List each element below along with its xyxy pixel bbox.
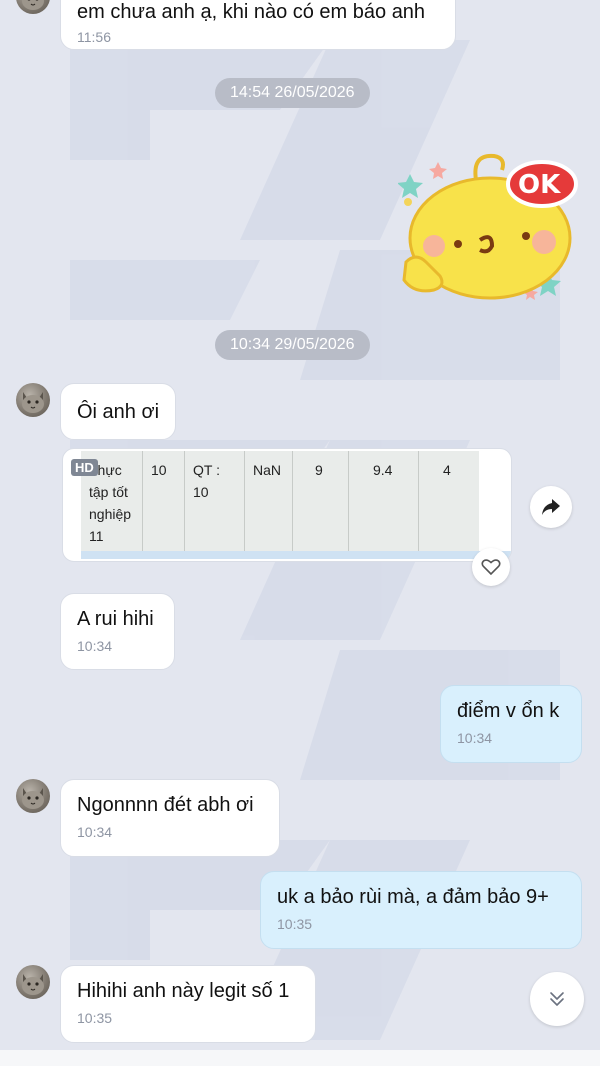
- share-arrow-icon: [542, 499, 560, 515]
- message-bubble[interactable]: A rui hihi 10:34: [60, 593, 175, 670]
- sticker[interactable]: OK: [397, 146, 584, 306]
- table-cell: 9.4: [349, 451, 419, 551]
- date-separator: 10:34 29/05/2026: [215, 330, 370, 360]
- message-bubble[interactable]: Hihihi anh này legit số 1 10:35: [60, 965, 316, 1043]
- heart-icon: [481, 559, 501, 576]
- message-text: Hihihi anh này legit số 1: [77, 980, 290, 1002]
- message-text: uk a bảo rùi mà, a đảm bảo 9+: [277, 886, 549, 908]
- message-text: điểm v ổn k: [457, 700, 560, 722]
- cat-avatar-icon: [22, 788, 44, 809]
- cat-avatar-icon: [22, 392, 44, 413]
- table-cell: QT : 10: [185, 451, 245, 551]
- cat-avatar-icon: [22, 974, 44, 995]
- table-cell: 9: [293, 451, 349, 551]
- message-time: 10:34: [457, 730, 493, 746]
- avatar[interactable]: [16, 383, 50, 417]
- image-edge: [81, 551, 511, 559]
- message-text: Ôi anh ơi: [77, 401, 160, 423]
- message-bubble[interactable]: uk a bảo rùi mà, a đảm bảo 9+ 10:35: [260, 871, 582, 949]
- forward-button[interactable]: [530, 486, 572, 528]
- message-text: A rui hihi: [77, 608, 154, 630]
- grade-table-image: Thực tập tốt nghiệp 11 10 QT : 10 NaN 9 …: [81, 451, 479, 551]
- double-chevron-down-icon: [550, 992, 564, 1006]
- message-text: em chưa anh ạ, khi nào có em báo anh: [77, 1, 426, 23]
- message-time: 10:34: [77, 824, 113, 840]
- scroll-to-bottom-button[interactable]: [530, 972, 584, 1026]
- message-time: 10:35: [77, 1010, 113, 1026]
- table-cell: NaN: [245, 451, 293, 551]
- sticker-label: OK: [518, 170, 561, 200]
- message-time: 11:56: [77, 29, 111, 45]
- avatar[interactable]: [16, 779, 50, 813]
- message-time: 10:35: [277, 916, 313, 932]
- message-bubble[interactable]: Ngonnnn đét abh ơi 10:34: [60, 779, 280, 857]
- react-button[interactable]: [472, 548, 510, 586]
- image-attachment[interactable]: Thực tập tốt nghiệp 11 10 QT : 10 NaN 9 …: [62, 448, 512, 562]
- date-separator: 14:54 26/05/2026: [215, 78, 370, 108]
- message-bubble[interactable]: em chưa anh ạ, khi nào có em báo anh 11:…: [60, 0, 456, 50]
- message-bubble[interactable]: điểm v ổn k 10:34: [440, 685, 582, 763]
- message-text: Ngonnnn đét abh ơi: [77, 794, 254, 816]
- table-cell: 10: [143, 451, 185, 551]
- message-bubble[interactable]: Ôi anh ơi: [60, 383, 176, 440]
- hd-badge: HD: [71, 459, 98, 476]
- message-time: 10:34: [77, 638, 113, 654]
- avatar[interactable]: [16, 965, 50, 999]
- bottom-bar: [0, 1050, 600, 1066]
- table-cell: 4: [443, 462, 451, 478]
